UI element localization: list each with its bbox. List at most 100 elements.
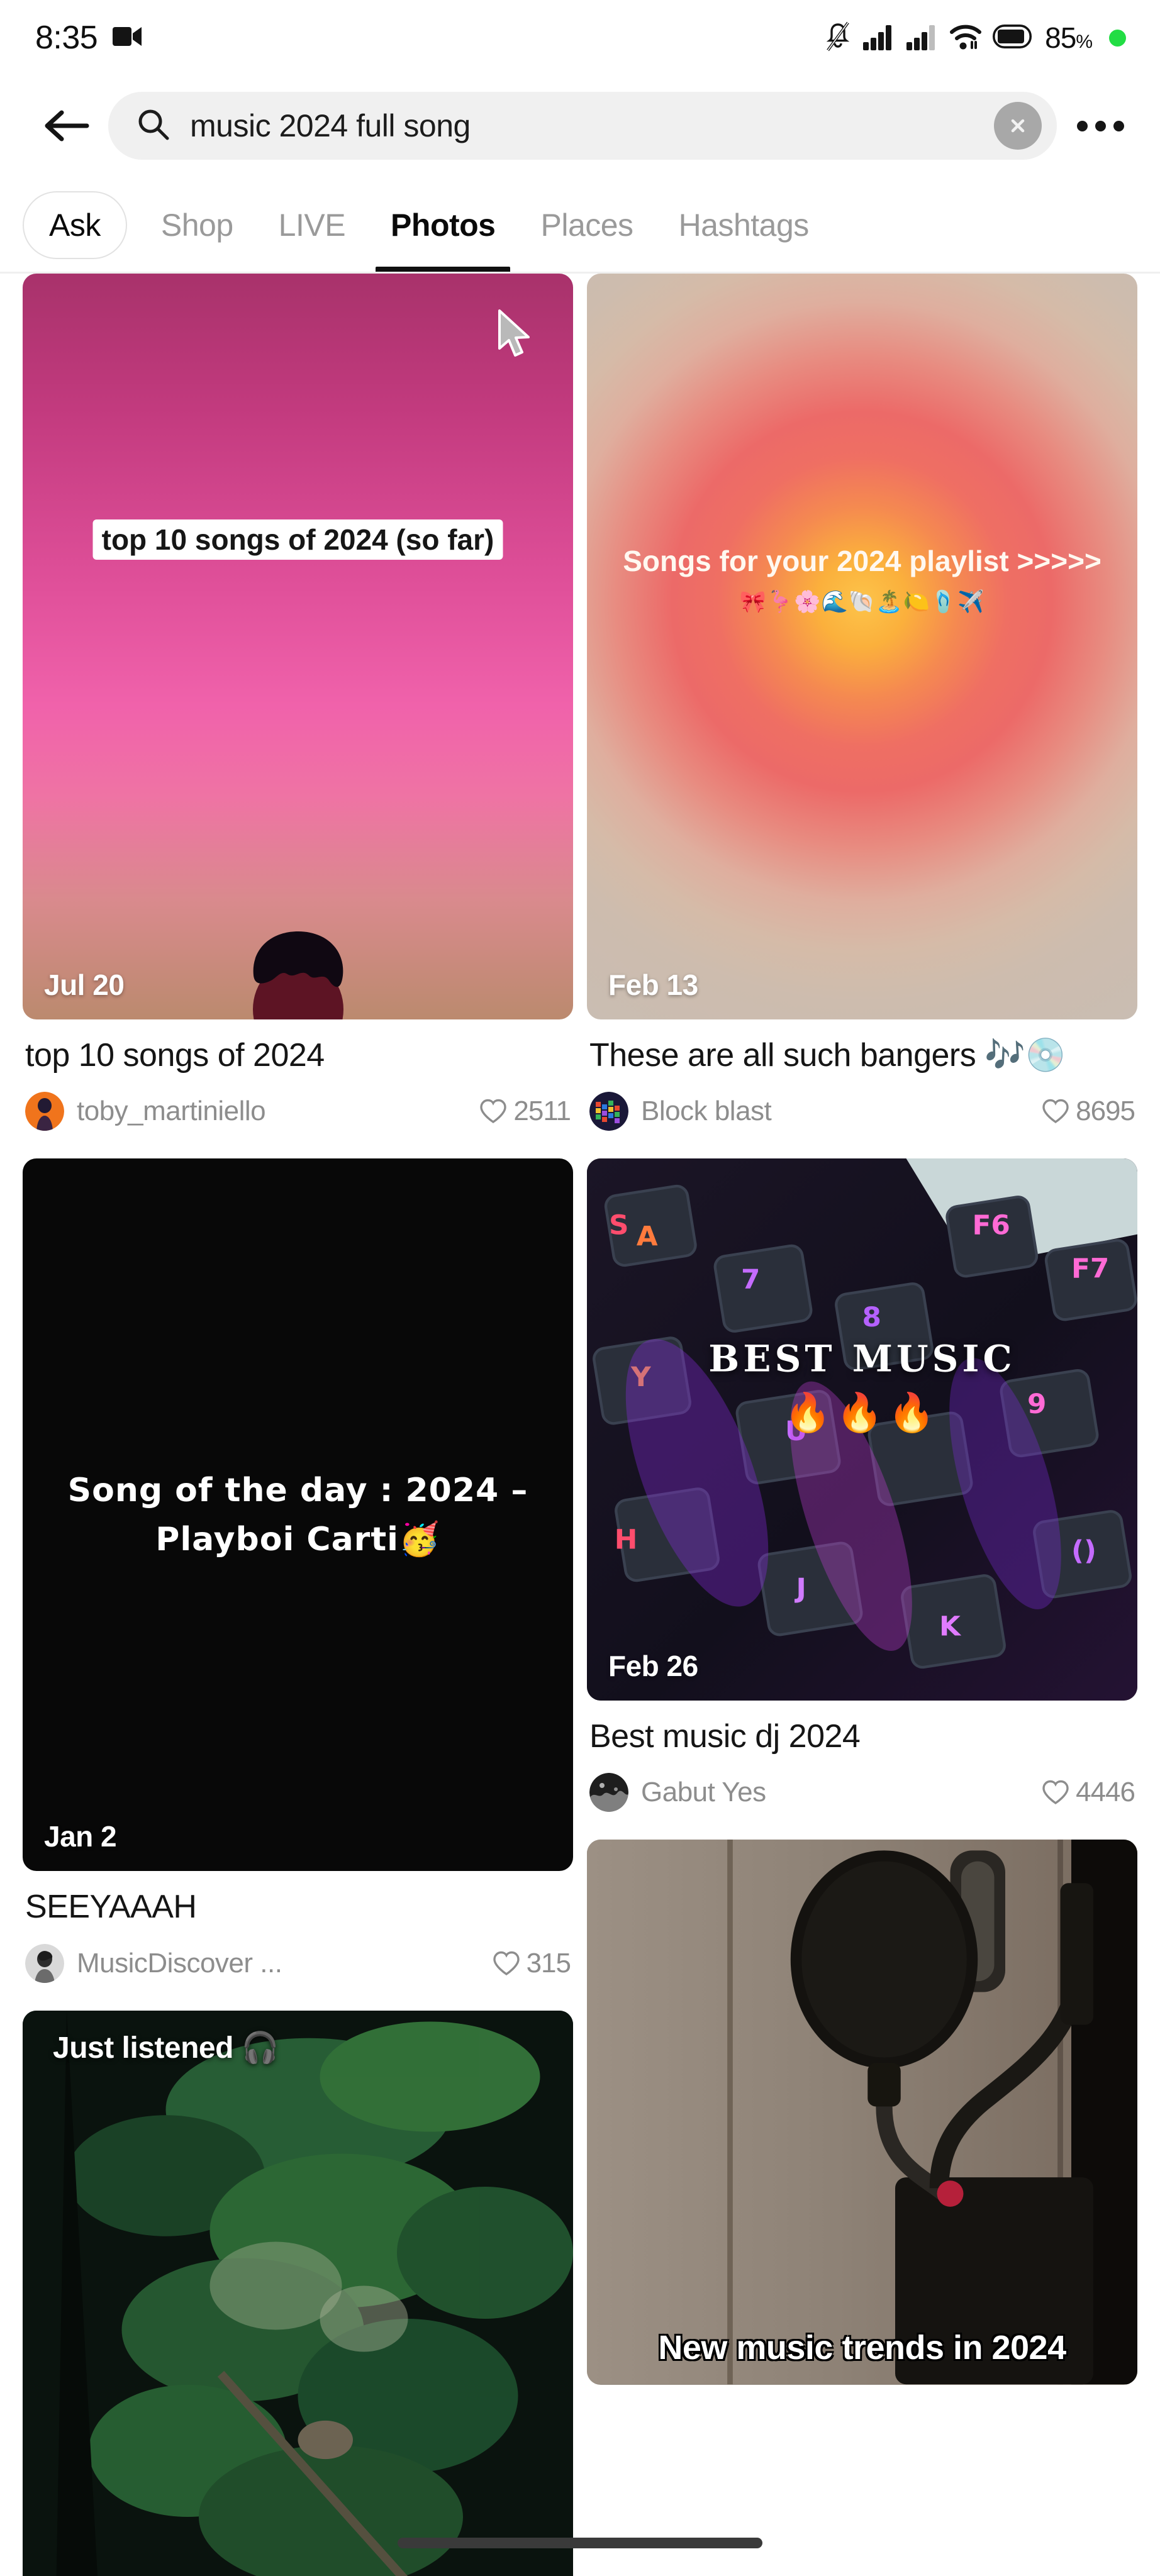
avatar[interactable]	[25, 1092, 64, 1131]
photo-thumbnail[interactable]: Songs for your 2024 playlist >>>>> 🎀🦩🌸🌊🐚…	[587, 274, 1137, 1019]
bell-muted-icon	[824, 21, 852, 55]
photo-thumbnail[interactable]: New music trends in 2024	[587, 1840, 1137, 2385]
battery-percent: 85%	[1045, 21, 1093, 54]
thumbnail-overlay-text: Just listened 🎧	[53, 2031, 279, 2065]
avatar[interactable]	[589, 1773, 628, 1813]
thumbnail-overlay-text: Song of the day : 2024 – Playboi Carti🥳	[67, 1471, 528, 1558]
tab-places[interactable]: Places	[518, 176, 655, 274]
video-camera-icon	[113, 26, 143, 50]
thumbnail-overlay-text: Songs for your 2024 playlist >>>>> 🎀🦩🌸🌊🐚…	[620, 542, 1105, 614]
microphone-image	[587, 1840, 1137, 2385]
like-count: 315	[526, 1947, 571, 1979]
heart-icon	[480, 1099, 507, 1124]
tab-ask[interactable]: Ask	[23, 191, 127, 259]
result-meta: top 10 songs of 2024 toby_martiniello 25…	[23, 1019, 573, 1131]
thumbnail-overlay-text: New music trends in 2024	[658, 2328, 1066, 2367]
signal-bars-icon	[862, 23, 895, 53]
result-meta: These are all such bangers 🎶💿 Block blas…	[587, 1019, 1137, 1131]
thumbnail-overlay-emoji: 🎀🦩🌸🌊🐚🏝️🍋🩴✈️	[739, 589, 985, 614]
wifi-icon	[949, 23, 982, 53]
dot-icon	[1076, 120, 1088, 131]
heart-icon	[1042, 1780, 1069, 1805]
svg-text:A: A	[637, 1221, 658, 1252]
photo-thumbnail[interactable]: S A 7 8 F6 F7 Y U 9 H J K ()	[587, 1158, 1137, 1701]
like-count: 4446	[1076, 1777, 1135, 1808]
heart-icon	[1042, 1099, 1069, 1124]
thumbnail-overlay-text: top 10 songs of 2024 (so far)	[67, 519, 529, 560]
photo-result-card[interactable]: Just listened 🎧	[23, 2010, 573, 2576]
result-meta: Best music dj 2024 Gabut Yes 4446	[587, 1701, 1137, 1813]
tab-shop[interactable]: Shop	[138, 176, 256, 274]
like-count: 8695	[1076, 1096, 1135, 1127]
person-silhouette	[252, 931, 343, 1019]
back-button[interactable]	[35, 95, 97, 157]
thumbnail-date: Jan 2	[44, 1820, 117, 1853]
search-field[interactable]: music 2024 full song	[108, 92, 1057, 160]
photo-thumbnail[interactable]: top 10 songs of 2024 (so far) Jul 20	[23, 274, 573, 1019]
grid-column-left: top 10 songs of 2024 (so far) Jul 20 top…	[23, 274, 573, 2576]
svg-text:F6: F6	[973, 1210, 1010, 1241]
result-title[interactable]: Best music dj 2024	[589, 1717, 1135, 1757]
avatar[interactable]	[25, 1943, 64, 1983]
result-username[interactable]: Gabut Yes	[641, 1777, 1028, 1808]
tab-live[interactable]: LIVE	[256, 176, 368, 274]
dot-icon	[1113, 120, 1124, 131]
search-input[interactable]: music 2024 full song	[190, 108, 975, 144]
result-byline: Block blast 8695	[589, 1092, 1135, 1131]
back-arrow-icon	[45, 110, 89, 142]
search-icon	[136, 107, 171, 145]
result-username[interactable]: toby_martiniello	[77, 1096, 466, 1127]
status-bar: 8:35 85%	[0, 0, 1160, 75]
photo-thumbnail[interactable]: Song of the day : 2024 – Playboi Carti🥳 …	[23, 1158, 573, 1872]
result-title[interactable]: top 10 songs of 2024	[25, 1036, 571, 1075]
result-meta: SEEYAAAH MusicDiscover ... 315	[23, 1871, 573, 1983]
clear-search-button[interactable]	[994, 102, 1042, 150]
svg-text:S: S	[609, 1210, 629, 1241]
result-title[interactable]: SEEYAAAH	[25, 1887, 571, 1927]
heart-icon	[493, 1951, 520, 1975]
search-header: music 2024 full song	[0, 75, 1160, 176]
photo-result-card[interactable]: top 10 songs of 2024 (so far) Jul 20 top…	[23, 274, 573, 1131]
search-tabs: Ask Shop LIVE Photos Places Hashtags	[0, 176, 1160, 274]
avatar[interactable]	[589, 1092, 628, 1131]
tab-hashtags[interactable]: Hashtags	[656, 176, 832, 274]
thumbnail-date: Feb 13	[608, 968, 698, 1001]
tab-photos[interactable]: Photos	[368, 176, 518, 274]
signal-bars-2-icon	[906, 23, 939, 53]
svg-text:J: J	[794, 1573, 806, 1604]
svg-text:F7: F7	[1071, 1253, 1109, 1285]
forest-image	[23, 2010, 573, 2576]
photo-result-card[interactable]: Song of the day : 2024 – Playboi Carti🥳 …	[23, 1158, 573, 1983]
photo-results-grid: top 10 songs of 2024 (so far) Jul 20 top…	[0, 274, 1160, 2576]
svg-text:H: H	[615, 1524, 638, 1556]
thumbnail-overlay-emoji: 🔥🔥🔥	[784, 1391, 940, 1434]
result-byline: Gabut Yes 4446	[589, 1773, 1135, 1813]
overflow-menu-button[interactable]	[1066, 95, 1135, 157]
svg-text:(): ()	[1071, 1535, 1096, 1567]
svg-text:7: 7	[741, 1264, 760, 1296]
result-username[interactable]: MusicDiscover ...	[77, 1948, 479, 1979]
result-byline: MusicDiscover ... 315	[25, 1943, 571, 1983]
result-username[interactable]: Block blast	[641, 1096, 1028, 1127]
result-title[interactable]: These are all such bangers 🎶💿	[589, 1036, 1135, 1075]
status-bar-right: 85%	[824, 21, 1126, 55]
photo-result-card[interactable]: Songs for your 2024 playlist >>>>> 🎀🦩🌸🌊🐚…	[587, 274, 1137, 1131]
like-count: 2511	[513, 1096, 571, 1127]
svg-text:8: 8	[862, 1302, 881, 1334]
like-count-group: 8695	[1040, 1096, 1135, 1127]
photo-thumbnail[interactable]: Just listened 🎧	[23, 2010, 573, 2576]
green-status-dot	[1109, 29, 1126, 47]
thumbnail-date: Jul 20	[44, 968, 125, 1001]
thumbnail-overlay-text: BEST MUSIC 🔥🔥🔥	[609, 1338, 1115, 1435]
gesture-nav-bar[interactable]	[398, 2538, 762, 2548]
close-icon	[1011, 119, 1025, 133]
battery-icon	[993, 24, 1032, 52]
photo-result-card[interactable]: S A 7 8 F6 F7 Y U 9 H J K ()	[587, 1158, 1137, 1813]
dot-icon	[1095, 120, 1106, 131]
like-count-group: 2511	[478, 1096, 571, 1127]
status-bar-left: 8:35	[35, 19, 143, 57]
thumbnail-date: Feb 26	[608, 1649, 698, 1682]
result-byline: toby_martiniello 2511	[25, 1092, 571, 1131]
photo-result-card[interactable]: New music trends in 2024	[587, 1840, 1137, 2385]
like-count-group: 4446	[1040, 1777, 1135, 1808]
